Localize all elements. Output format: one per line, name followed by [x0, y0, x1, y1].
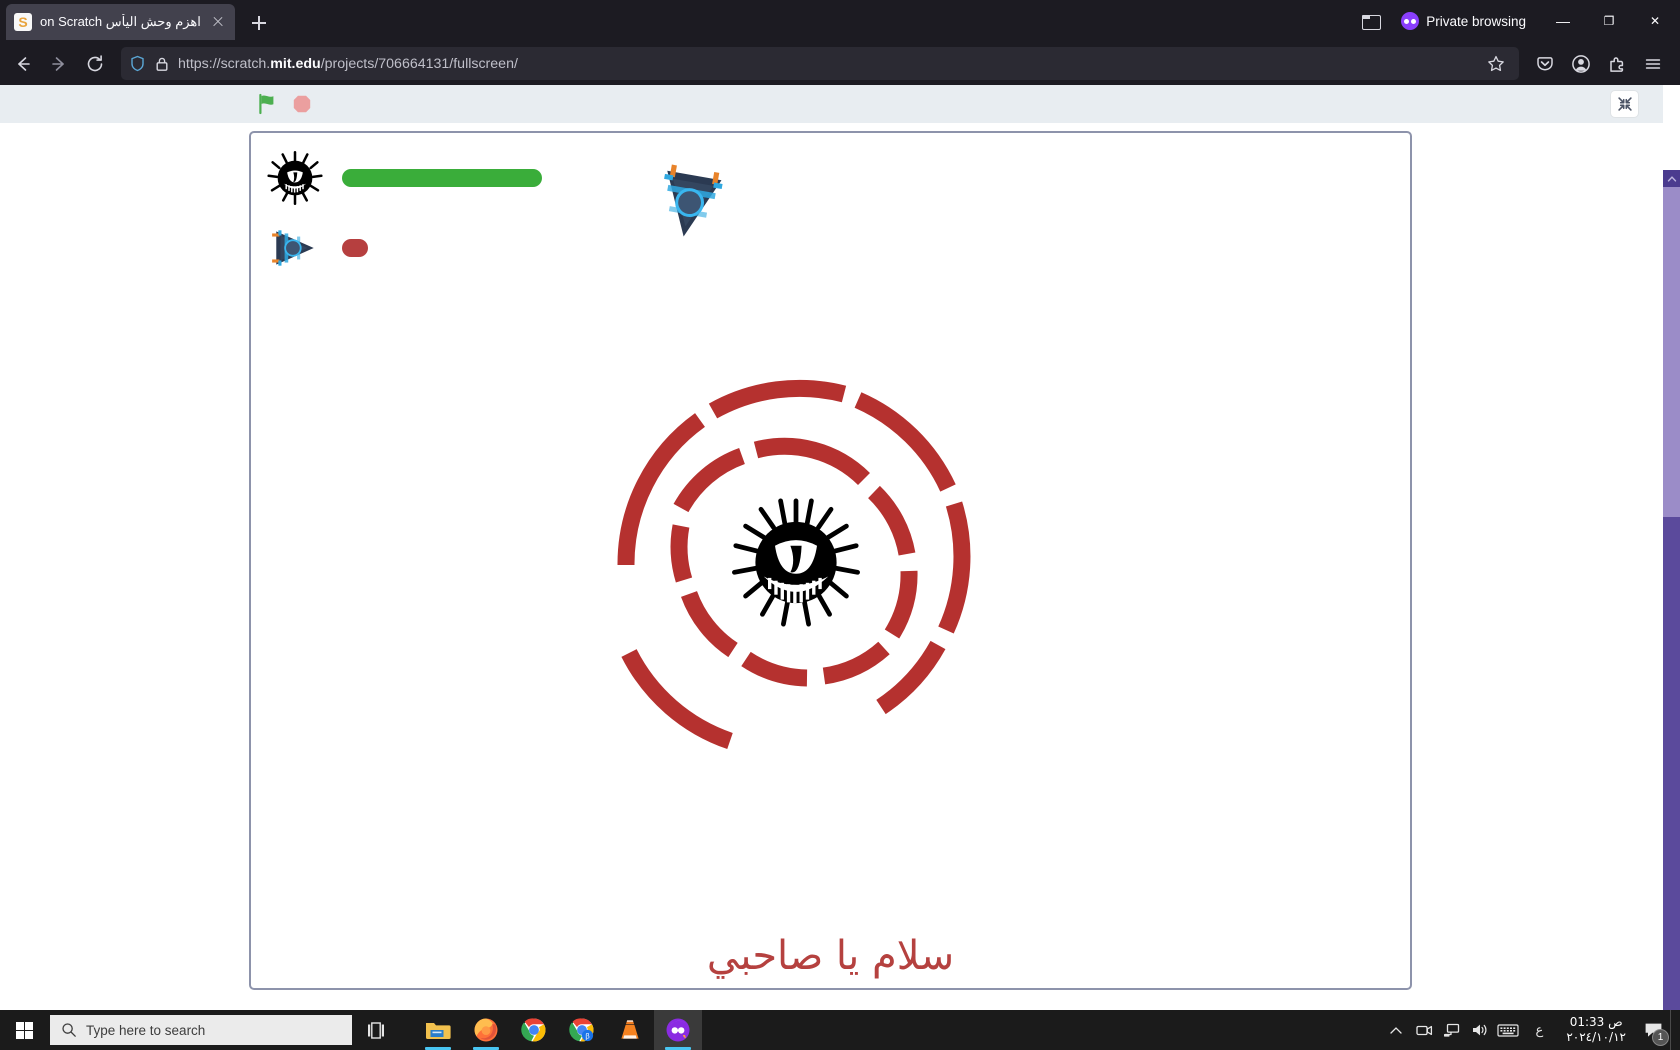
search-placeholder: Type here to search — [86, 1022, 206, 1038]
clock-date: ٢٠٢٤/١٠/١٢ — [1566, 1030, 1626, 1044]
touch-keyboard-icon[interactable] — [1494, 1010, 1522, 1050]
tab-title: اهزم وحش اليأس on Scratch — [40, 14, 201, 29]
scrollbar-thumb[interactable] — [1663, 187, 1680, 517]
forward-arrow-icon — [52, 56, 64, 71]
volume-icon[interactable] — [1466, 1010, 1494, 1050]
minimize-button[interactable]: — — [1540, 0, 1586, 42]
private-browsing-label: Private browsing — [1426, 13, 1526, 29]
chrome-beta-icon: β — [569, 1018, 594, 1042]
taskbar-app-vlc[interactable] — [606, 1010, 654, 1050]
show-hidden-icons-chevron-icon[interactable] — [1382, 1010, 1410, 1050]
url-path: /projects/706664131/fullscreen/ — [320, 55, 518, 72]
private-browsing-indicator: Private browsing — [1387, 12, 1540, 30]
toolbar-right-group — [1528, 47, 1674, 81]
hud-row-boss — [266, 147, 542, 209]
forward-button[interactable] — [42, 47, 76, 81]
vlc-icon — [621, 1020, 639, 1039]
shrink-arrows-icon — [1617, 97, 1632, 111]
scrollbar-track[interactable] — [1663, 517, 1680, 1010]
back-arrow-icon — [18, 56, 30, 71]
language-indicator[interactable]: ع — [1522, 1010, 1556, 1050]
taskbar-app-chrome[interactable] — [510, 1010, 558, 1050]
green-flag-icon[interactable] — [254, 91, 280, 117]
boss-monster-sprite — [726, 493, 866, 638]
hud-row-player — [266, 217, 542, 279]
task-view-button[interactable] — [352, 1010, 400, 1050]
close-window-button[interactable]: ✕ — [1632, 0, 1678, 42]
reload-button[interactable] — [78, 47, 112, 81]
reload-icon — [87, 54, 103, 71]
app-menu-icon[interactable] — [1636, 47, 1670, 81]
account-icon[interactable] — [1564, 47, 1598, 81]
url-bar[interactable]: https://scratch.mit.edu/projects/7066641… — [121, 47, 1519, 80]
private-mask-icon — [1401, 12, 1420, 30]
tabstrip-right-group: Private browsing — ❐ ✕ — [1353, 0, 1680, 42]
page-content: سلام يا صاحبي — [0, 85, 1680, 1010]
taskbar-app-firefox[interactable] — [462, 1010, 510, 1050]
windows-logo-icon — [15, 1021, 33, 1039]
close-glyph: ✕ — [1649, 14, 1661, 28]
ship-icon — [266, 219, 324, 277]
list-all-tabs-icon[interactable] — [1353, 4, 1387, 38]
pocket-icon[interactable] — [1528, 47, 1562, 81]
taskbar-app-file-explorer[interactable] — [414, 1010, 462, 1050]
scrollbar-up-arrow[interactable] — [1663, 170, 1680, 187]
clock-time: 01:33 ص — [1569, 1015, 1623, 1029]
navigation-toolbar: https://scratch.mit.edu/projects/7066641… — [0, 42, 1680, 85]
shield-icon — [131, 55, 144, 72]
maximize-button[interactable]: ❐ — [1586, 0, 1632, 42]
taskbar-app-list: β — [414, 1010, 702, 1050]
show-desktop-button[interactable] — [1670, 1010, 1676, 1050]
windows-taskbar: Type here to search β ع 01:33 ص ٢٠٢٤/١٠/… — [0, 1010, 1680, 1050]
firefox-icon — [474, 1018, 498, 1042]
exit-fullscreen-button[interactable] — [1610, 90, 1639, 118]
taskbar-app-chrome-beta[interactable]: β — [558, 1010, 606, 1050]
bookmark-star-icon[interactable] — [1481, 49, 1511, 79]
start-button[interactable] — [0, 1010, 48, 1050]
notification-center-button[interactable]: 1 — [1636, 1010, 1670, 1050]
new-tab-button[interactable] — [243, 7, 275, 39]
player-health-bar — [342, 239, 368, 257]
file-explorer-icon — [426, 1023, 451, 1039]
url-text: https://scratch.mit.edu/projects/7066641… — [178, 56, 518, 72]
onedrive-icon[interactable] — [1410, 1010, 1438, 1050]
monster-icon — [266, 149, 324, 207]
url-prefix: https://scratch. — [178, 55, 271, 72]
notification-badge: 1 — [1652, 1029, 1669, 1046]
page-scrollbar[interactable] — [1663, 170, 1680, 1010]
close-tab-icon[interactable] — [209, 13, 227, 31]
firefox-private-window: S اهزم وحش اليأس on Scratch Private brow… — [0, 0, 1680, 1010]
boss-say-bubble-text: سلام يا صاحبي — [706, 933, 955, 979]
stop-sign-icon[interactable] — [289, 91, 315, 117]
tab-strip: S اهزم وحش اليأس on Scratch Private brow… — [0, 0, 1680, 42]
url-domain: mit.edu — [270, 55, 321, 72]
minimize-glyph: — — [1556, 13, 1570, 29]
system-tray: ع 01:33 ص ٢٠٢٤/١٠/١٢ 1 — [1382, 1010, 1680, 1050]
player-ship-sprite — [641, 163, 737, 254]
back-button[interactable] — [6, 47, 40, 81]
chrome-icon — [521, 1018, 546, 1042]
browser-tab[interactable]: S اهزم وحش اليأس on Scratch — [6, 4, 235, 40]
extensions-icon[interactable] — [1600, 47, 1634, 81]
lock-icon — [156, 57, 168, 71]
taskbar-search-box[interactable]: Type here to search — [50, 1015, 352, 1045]
svg-text:β: β — [585, 1031, 589, 1040]
search-icon — [62, 1023, 76, 1037]
taskbar-app-firefox-private[interactable] — [654, 1010, 702, 1050]
hud-health-bars — [266, 147, 542, 279]
window-controls: — ❐ ✕ — [1540, 0, 1678, 42]
boss-ring-group — [596, 358, 996, 798]
favicon-glyph: S — [18, 14, 28, 30]
scratch-favicon-icon: S — [14, 13, 32, 31]
firefox-private-icon — [666, 1018, 690, 1042]
taskbar-clock[interactable]: 01:33 ص ٢٠٢٤/١٠/١٢ — [1556, 1010, 1636, 1050]
task-view-icon — [367, 1021, 384, 1039]
network-icon[interactable] — [1438, 1010, 1466, 1050]
scratch-stage[interactable]: سلام يا صاحبي — [249, 131, 1412, 990]
boss-health-bar — [342, 169, 542, 187]
scratch-player-controls — [0, 85, 1663, 123]
maximize-glyph: ❐ — [1603, 14, 1615, 28]
